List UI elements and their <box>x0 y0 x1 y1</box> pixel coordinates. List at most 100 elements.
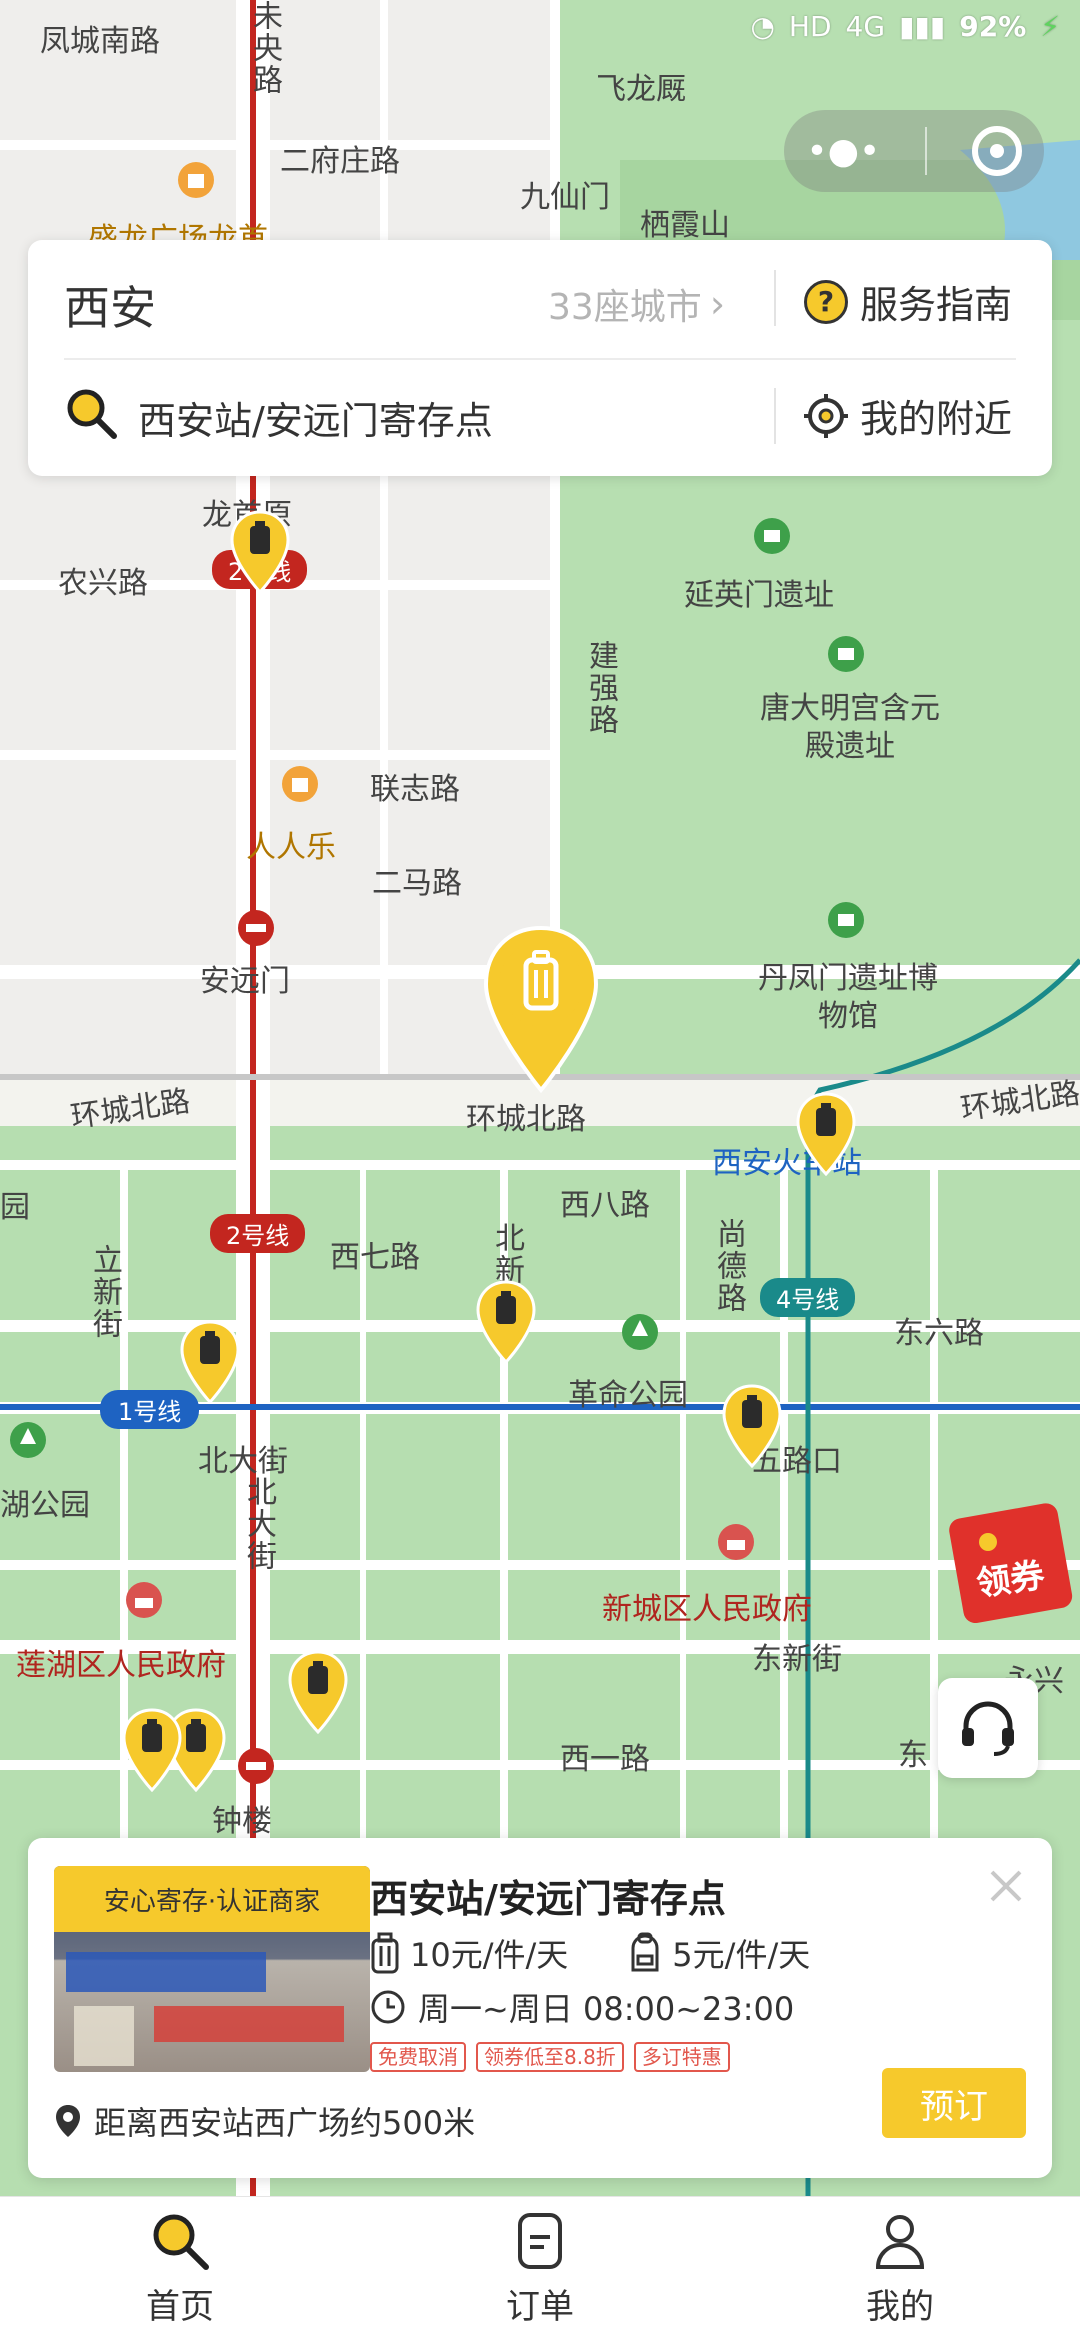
coupon-button[interactable]: 领券 <box>944 1500 1080 1630</box>
locate-icon <box>804 393 848 438</box>
distance-row: 距离西安站西广场约500米 <box>54 2098 475 2144</box>
map-label: 农兴路 <box>58 566 148 601</box>
luggage-marker[interactable] <box>180 1320 240 1404</box>
metro-line-badge: 2号线 <box>210 1214 306 1253</box>
status-bar: ◔ HD 4G ▮▮▮ 92% ⚡ <box>750 10 1060 43</box>
capsule-divider <box>924 127 927 175</box>
map-label: 栖霞山 <box>640 208 730 243</box>
park-icon <box>622 1314 658 1350</box>
shopping-icon <box>178 162 214 198</box>
map-label: 东六路 <box>894 1316 984 1351</box>
map-label: 西八路 <box>560 1188 650 1223</box>
tab-label: 首页 <box>146 2287 214 2327</box>
government-icon <box>718 1524 754 1560</box>
clock-icon <box>371 1990 405 2024</box>
tab-profile[interactable]: 我的 <box>720 2197 1080 2340</box>
luggage-marker-selected[interactable] <box>480 924 602 1094</box>
map-label: 北大街 <box>198 1444 288 1479</box>
search-icon <box>67 389 117 439</box>
map-label: 丹凤门遗址博物馆 <box>758 961 938 1034</box>
luggage-marker[interactable] <box>288 1650 348 1734</box>
service-guide-button[interactable]: ? 服务指南 <box>804 274 1012 329</box>
headset-icon <box>962 1701 1014 1756</box>
city-selector[interactable]: 西安 <box>64 272 156 338</box>
photo-detail <box>66 1952 266 1992</box>
certified-badge: 安心寄存·认证商家 <box>54 1866 370 1932</box>
backpack-icon <box>631 1932 659 1972</box>
book-button[interactable]: 预订 <box>882 2068 1026 2138</box>
map-label: 未央路 <box>247 0 282 96</box>
charging-icon: ⚡ <box>1040 10 1060 43</box>
map-label: 革命公园 <box>568 1378 688 1413</box>
map-label: 新城区人民政府 <box>602 1592 812 1627</box>
luggage-price-text: 10元/件/天 <box>410 1936 569 1974</box>
chevron-right-icon: › <box>709 282 726 326</box>
suitcase-icon <box>371 1932 399 1974</box>
map-label: 园 <box>0 1190 30 1225</box>
search-input[interactable]: 西安站/安远门寄存点 <box>138 390 493 445</box>
store-photo: 安心寄存·认证商家 <box>54 1866 370 2072</box>
map-label: 凤城南路 <box>40 24 160 59</box>
scenic-icon <box>828 636 864 672</box>
map-label: 九仙门 <box>520 180 610 215</box>
map-label: 二马路 <box>372 866 462 901</box>
map-label: 联志路 <box>370 772 460 807</box>
metro-station-icon <box>238 910 274 946</box>
miniprogram-capsule: •●• <box>784 110 1044 192</box>
city-count-link[interactable]: 33座城市 › <box>548 278 725 330</box>
map-label: 东新街 <box>752 1642 842 1677</box>
shopping-icon <box>282 766 318 802</box>
photo-detail <box>154 2006 344 2042</box>
luggage-marker[interactable] <box>230 510 290 594</box>
map-label: 西一路 <box>560 1742 650 1777</box>
map-label: 尚德路 <box>711 1218 746 1314</box>
map-label: 安远门 <box>200 964 290 999</box>
city-count-text: 33座城市 <box>548 287 702 328</box>
more-icon[interactable]: •●• <box>806 131 880 172</box>
search-icon <box>153 2214 209 2270</box>
map-label: 建强路 <box>583 640 618 736</box>
luggage-marker[interactable] <box>476 1280 536 1364</box>
photo-detail <box>74 2006 134 2066</box>
nearby-label: 我的附近 <box>860 397 1013 441</box>
tab-home[interactable]: 首页 <box>0 2197 360 2340</box>
search-card: 西安 33座城市 › ? 服务指南 西安站/安远门寄存点 我的附近 <box>28 240 1052 476</box>
luggage-price: 10元/件/天 <box>370 1930 568 1976</box>
map-label: 延英门遗址 <box>684 578 834 613</box>
scenic-icon <box>828 902 864 938</box>
luggage-marker[interactable] <box>722 1384 782 1468</box>
luggage-marker[interactable] <box>122 1708 182 1792</box>
distance-text: 距离西安站西广场约500米 <box>94 2104 476 2142</box>
coupon-label: 领券 <box>974 1555 1047 1605</box>
battery-level: 92% <box>959 10 1027 43</box>
customer-service-button[interactable] <box>938 1678 1038 1778</box>
luggage-marker[interactable] <box>796 1092 856 1176</box>
map-label: 立新街 <box>87 1244 122 1340</box>
store-card[interactable]: 安心寄存·认证商家 西安站/安远门寄存点 10元/件/天 5元/件/天 周一~周… <box>28 1838 1052 2178</box>
user-icon <box>875 2215 925 2269</box>
park-icon <box>10 1422 46 1458</box>
location-pin-icon <box>56 2105 80 2137</box>
close-miniprogram-icon[interactable] <box>971 126 1022 176</box>
promo-tags: 免费取消 领券低至8.8折 多订特惠 <box>370 2042 730 2072</box>
order-list-icon <box>518 2213 562 2269</box>
map-label: 湖公园 <box>0 1488 90 1523</box>
government-icon <box>126 1582 162 1618</box>
map-label: 飞龙厩 <box>596 72 686 107</box>
tab-label: 我的 <box>866 2287 934 2327</box>
tab-orders[interactable]: 订单 <box>360 2197 720 2340</box>
nearby-button[interactable]: 我的附近 <box>804 388 1012 443</box>
network-type: HD <box>788 10 832 43</box>
close-icon[interactable] <box>982 1862 1030 1910</box>
store-title: 西安站/安远门寄存点 <box>370 1877 726 1921</box>
help-icon: ? <box>804 279 848 324</box>
metro-line-badge: 4号线 <box>760 1278 856 1317</box>
divider <box>64 358 1016 360</box>
wifi-icon: ◔ <box>750 10 775 43</box>
hours-row: 周一~周日 08:00~23:00 <box>370 1984 794 2030</box>
promo-tag: 领券低至8.8折 <box>476 2042 624 2072</box>
signal-type: 4G <box>845 10 886 43</box>
price-row: 10元/件/天 5元/件/天 <box>370 1930 810 1976</box>
promo-tag: 免费取消 <box>370 2042 466 2072</box>
map-label: 钟楼 <box>212 1804 272 1839</box>
